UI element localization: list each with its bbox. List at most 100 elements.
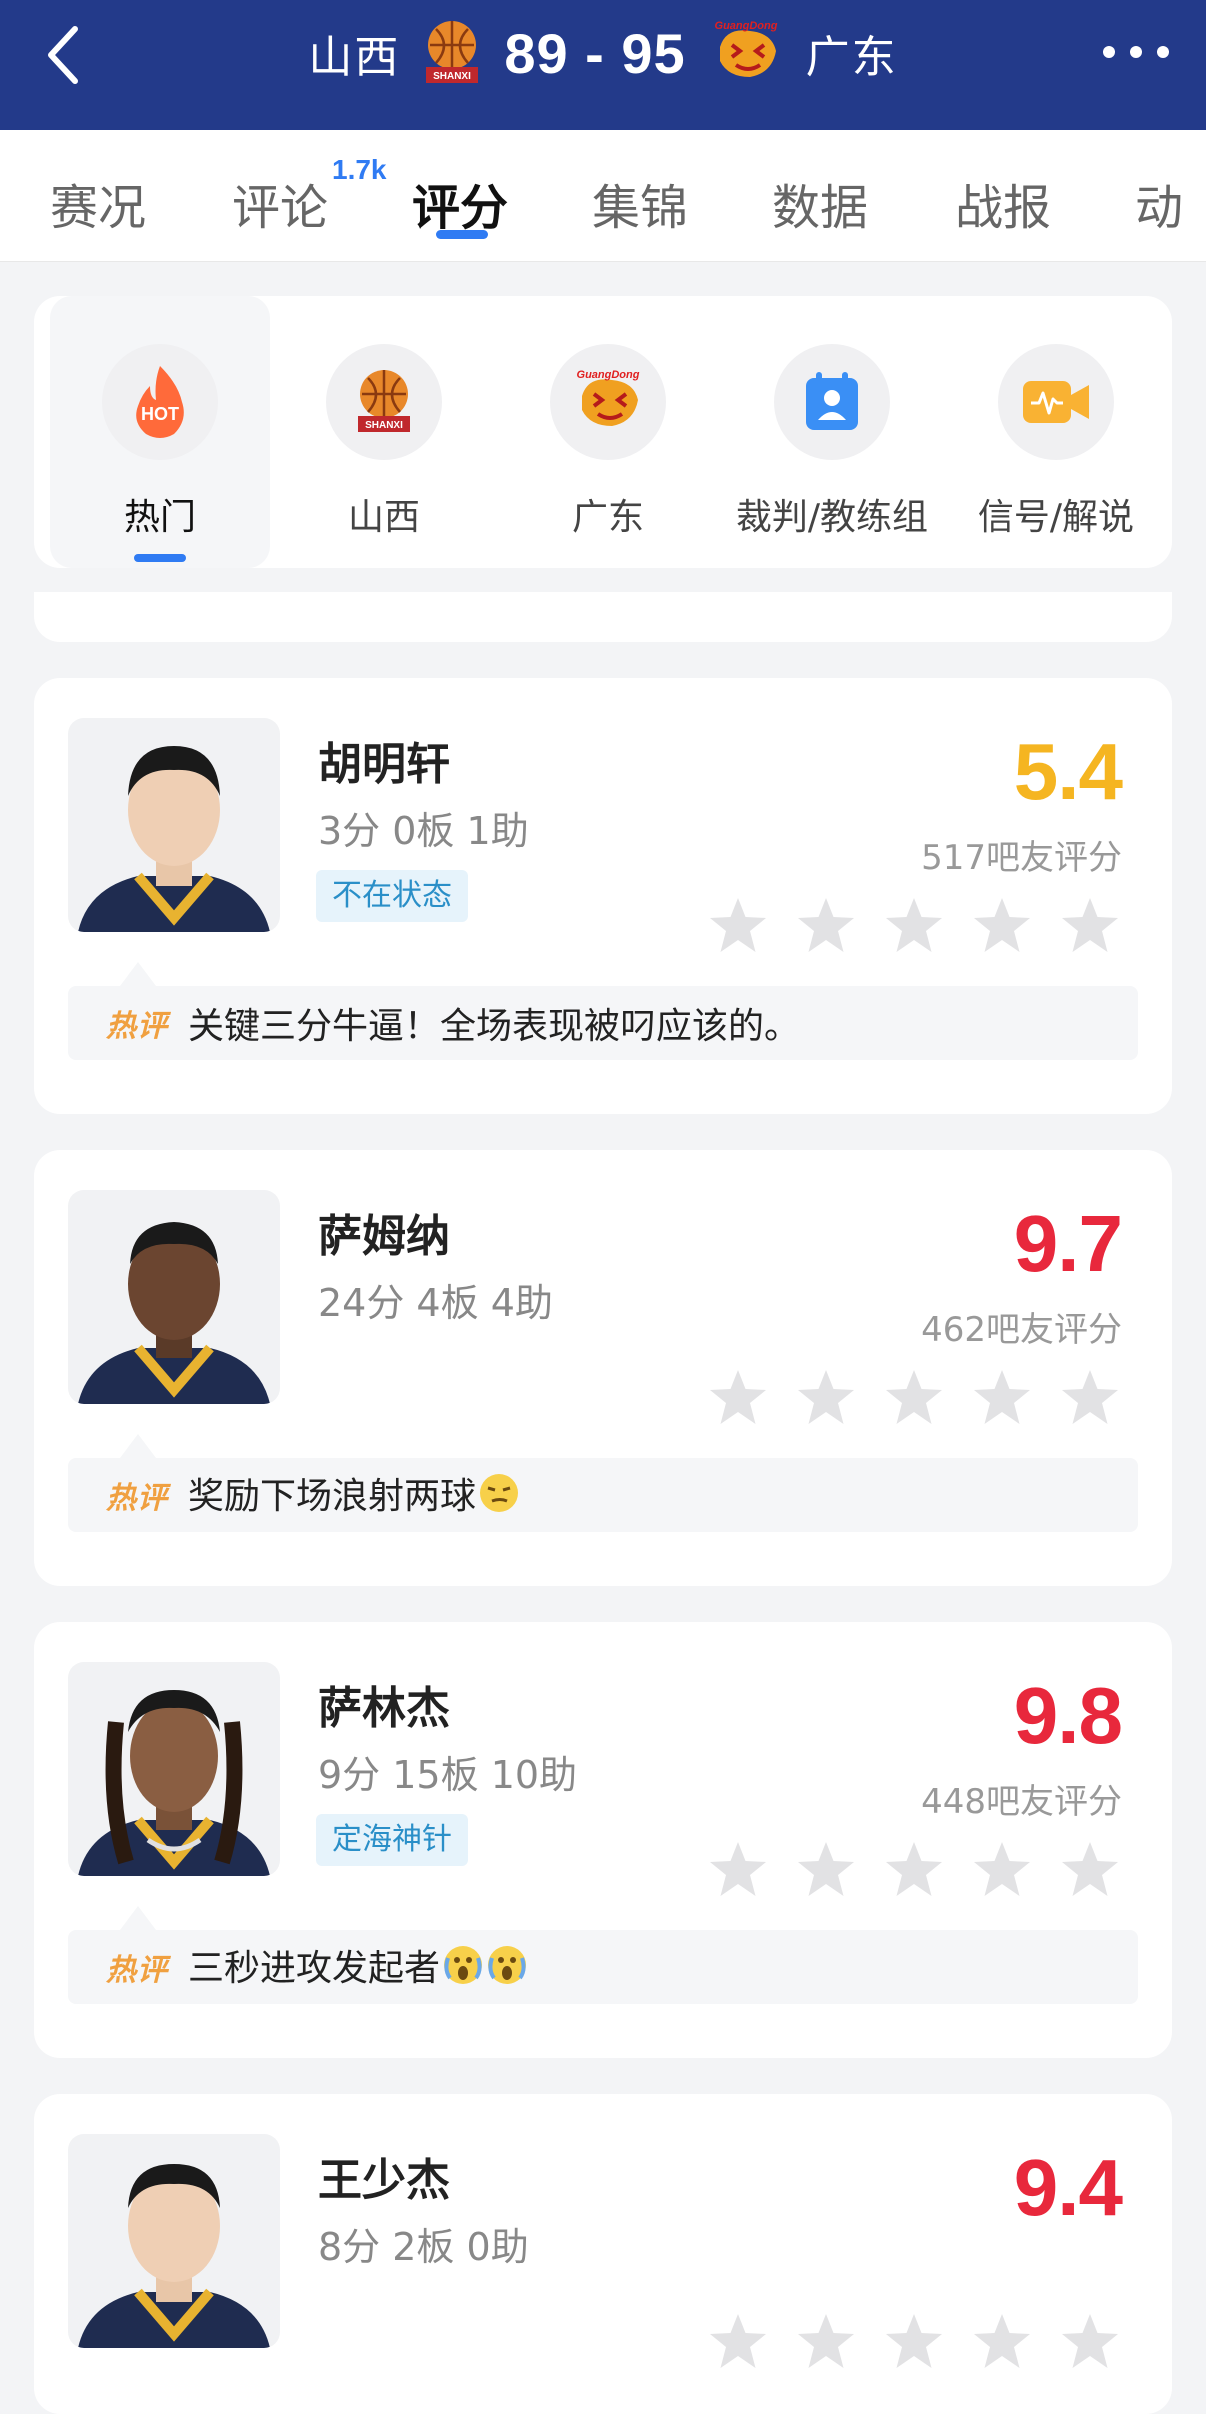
- category-active-indicator: [134, 554, 186, 562]
- category-broadcast-label: 信号/解说: [977, 497, 1135, 538]
- star-icon[interactable]: [1060, 1368, 1120, 1426]
- player-photo: [68, 1662, 280, 1876]
- tab-news[interactable]: 动: [1135, 168, 1183, 238]
- tab-comments[interactable]: 评论 1.7k: [232, 154, 387, 238]
- hot-comment-text: 关键三分牛逼！全场表现被叼应该的。: [188, 1006, 801, 1047]
- star-icon[interactable]: [796, 1840, 856, 1898]
- player-stats: 3分 0板 1助: [318, 809, 529, 853]
- tab-report[interactable]: 战报: [955, 168, 1051, 238]
- scream-emoji-icon: [442, 1944, 484, 1995]
- player-rating: 9.7: [1013, 1199, 1123, 1288]
- tab-highlights[interactable]: 集锦: [592, 168, 688, 238]
- category-referee-coach[interactable]: 裁判/教练组: [722, 296, 942, 568]
- rating-count: 462吧友评分: [921, 1310, 1122, 1350]
- rating-stars[interactable]: [708, 1368, 1120, 1426]
- star-icon[interactable]: [708, 896, 768, 954]
- category-guangdong-label: 广东: [571, 497, 644, 538]
- star-icon[interactable]: [708, 2312, 768, 2370]
- hot-comment[interactable]: 热评 奖励下场浪射两球: [68, 1434, 1138, 1532]
- player-name: 萨林杰: [318, 1683, 450, 1734]
- star-icon[interactable]: [972, 1840, 1032, 1898]
- rating-count: 448吧友评分: [921, 1782, 1122, 1822]
- rating-count: 517吧友评分: [921, 838, 1122, 878]
- guangdong-logo-text: GuangDong: [577, 369, 640, 381]
- tab-ratings[interactable]: 评分: [412, 168, 508, 238]
- player-rating: 9.8: [1013, 1671, 1123, 1760]
- guangdong-logo-icon[interactable]: GuangDong: [706, 17, 786, 89]
- more-button[interactable]: [1096, 22, 1176, 82]
- video-camera-icon: [998, 344, 1114, 460]
- category-filter-card: HOT 热门 SHANXI 山西 GuangDong 广东 裁判/教练组 信号/…: [34, 296, 1172, 568]
- player-rating: 9.4: [1013, 2143, 1123, 2232]
- referee-badge-icon: [774, 344, 890, 460]
- hot-comment-label: 热评: [106, 1953, 168, 1988]
- star-icon[interactable]: [796, 2312, 856, 2370]
- category-hot-label: 热门: [123, 497, 196, 538]
- tab-stats[interactable]: 数据: [772, 168, 868, 238]
- player-name: 王少杰: [318, 2155, 450, 2206]
- star-icon[interactable]: [1060, 896, 1120, 954]
- player-name: 胡明轩: [318, 739, 450, 790]
- star-icon[interactable]: [884, 1840, 944, 1898]
- shanxi-logo-text: SHANXI: [433, 71, 471, 82]
- category-hot[interactable]: HOT 热门: [50, 296, 270, 568]
- star-icon[interactable]: [708, 1368, 768, 1426]
- category-shanxi-label: 山西: [347, 497, 420, 538]
- rating-stars[interactable]: [708, 1840, 1120, 1898]
- hot-comment[interactable]: 热评 三秒进攻发起者: [68, 1906, 1138, 2004]
- star-icon[interactable]: [708, 1840, 768, 1898]
- hot-comment-body: 三秒进攻发起者: [188, 1948, 441, 1989]
- home-team-name[interactable]: 山西: [308, 21, 400, 85]
- tab-comments-label: 评论: [232, 180, 329, 236]
- shanxi-logo-icon[interactable]: SHANXI: [420, 17, 484, 89]
- star-icon[interactable]: [884, 896, 944, 954]
- guangdong-logo-text: GuangDong: [714, 20, 777, 32]
- star-icon[interactable]: [972, 2312, 1032, 2370]
- star-icon[interactable]: [884, 2312, 944, 2370]
- player-photo: [68, 718, 280, 932]
- hot-comment[interactable]: 热评 关键三分牛逼！全场表现被叼应该的。: [68, 962, 1138, 1060]
- player-photo: [68, 1190, 280, 1404]
- hot-comment-label: 热评: [106, 1481, 168, 1516]
- rating-stars[interactable]: [708, 896, 1120, 954]
- category-guangdong[interactable]: GuangDong 广东: [498, 296, 718, 568]
- category-referee-coach-label: 裁判/教练组: [735, 497, 929, 538]
- player-card[interactable]: 萨姆纳 24分 4板 4助 9.7 462吧友评分 热评 奖励下场浪射两球: [34, 1150, 1172, 1586]
- player-card[interactable]: 王少杰 8分 2板 0助 9.4: [34, 2094, 1172, 2414]
- player-stats: 9分 15板 10助: [318, 1753, 578, 1797]
- category-broadcast[interactable]: 信号/解说: [946, 296, 1166, 568]
- hot-comment-text: 奖励下场浪射两球: [188, 1467, 520, 1523]
- star-icon[interactable]: [972, 1368, 1032, 1426]
- player-card[interactable]: 胡明轩 3分 0板 1助 不在状态 5.4 517吧友评分 热评 关键三分牛逼！…: [34, 678, 1172, 1114]
- category-shanxi[interactable]: SHANXI 山西: [274, 296, 494, 568]
- tab-bar: 赛况 评论 1.7k 评分 集锦 数据 战报 动: [0, 130, 1206, 262]
- player-tag: 定海神针: [316, 1814, 468, 1866]
- player-rating: 5.4: [1013, 727, 1123, 816]
- star-icon[interactable]: [1060, 2312, 1120, 2370]
- hot-comment-label: 热评: [106, 1009, 168, 1044]
- player-card[interactable]: 萨林杰 9分 15板 10助 定海神针 9.8 448吧友评分 热评 三秒进攻发…: [34, 1622, 1172, 2058]
- away-team-name[interactable]: 广东: [806, 21, 898, 85]
- player-stats: 8分 2板 0助: [318, 2225, 529, 2269]
- hot-icon: HOT: [102, 344, 218, 460]
- star-icon[interactable]: [796, 896, 856, 954]
- star-icon[interactable]: [972, 896, 1032, 954]
- scream-emoji-icon: [486, 1944, 528, 1995]
- star-icon[interactable]: [796, 1368, 856, 1426]
- star-icon[interactable]: [884, 1368, 944, 1426]
- rating-stars[interactable]: [708, 2312, 1120, 2370]
- collapsed-card: [34, 592, 1172, 642]
- tab-live[interactable]: 赛况: [50, 168, 146, 238]
- player-name: 萨姆纳: [318, 1211, 450, 1262]
- player-stats: 24分 4板 4助: [318, 1281, 553, 1325]
- active-tab-indicator: [436, 230, 488, 239]
- game-score: 89 - 95: [504, 21, 686, 85]
- smirk-emoji-icon: [478, 1472, 520, 1523]
- star-icon[interactable]: [1060, 1840, 1120, 1898]
- comment-count-badge: 1.7k: [332, 154, 387, 185]
- shanxi-logo-text: SHANXI: [365, 420, 403, 431]
- more-dots-icon: [1103, 46, 1169, 58]
- hot-comment-text: 三秒进攻发起者: [188, 1939, 528, 1995]
- player-photo: [68, 2134, 280, 2348]
- player-tag: 不在状态: [316, 870, 468, 922]
